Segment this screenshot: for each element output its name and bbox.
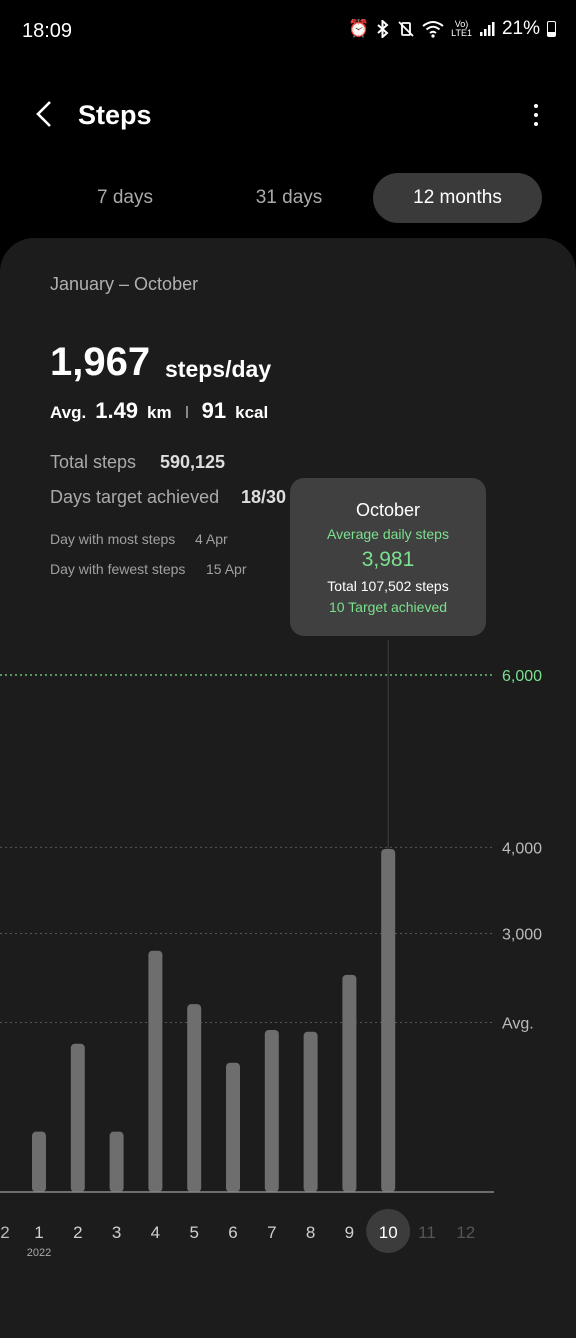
average-row: Avg. 1.49 km 91 kcal [50, 398, 268, 424]
most-steps-label: Day with most steps [50, 531, 176, 547]
bar-month-6 [226, 1062, 240, 1192]
page-title: Steps [78, 100, 152, 130]
more-vertical-icon [534, 104, 538, 108]
x-tick-label-previous: 2 [0, 1223, 9, 1242]
tooltip-value: 3,981 [361, 548, 415, 571]
x-tick-label: 3 [112, 1223, 121, 1242]
x-tick-label: 5 [189, 1223, 198, 1242]
x-tick-label: 2 [73, 1223, 82, 1242]
back-button[interactable] [26, 96, 62, 132]
bar-month-1 [32, 1131, 46, 1192]
x-tick-label: 1 [34, 1223, 43, 1242]
vibrate-mute-icon [398, 21, 414, 37]
tab-7-days[interactable]: 7 days [40, 173, 210, 223]
distance-value: 1.49 [95, 398, 139, 423]
signal-icon [479, 22, 495, 36]
status-icons: ⏰ Vo) LTE1 21% [348, 18, 556, 40]
x-tick-label: 12 [456, 1223, 475, 1242]
total-steps-value: 590,125 [160, 452, 226, 472]
tooltip-target: 10 Target achieved [328, 599, 448, 615]
battery-percent: 21% [501, 18, 540, 39]
tab-12-months[interactable]: 12 months [373, 173, 542, 223]
x-tick-label: 11 [418, 1223, 436, 1242]
x-tick-label: 4 [151, 1223, 160, 1242]
steps-chart: 6,0004,0003,000Avg.2 1 2 3 4 5 6 7 8 9 10 11 122022 [0, 640, 542, 1259]
bar-month-8 [303, 1031, 318, 1192]
bar-month-10 [381, 848, 396, 1192]
x-tick-label: 8 [306, 1223, 315, 1242]
most-steps-value: 4 Apr [195, 531, 228, 547]
tooltip-title: October [355, 500, 421, 520]
x-tick-label: 6 [228, 1223, 237, 1242]
lte-icon: Vo) LTE1 [451, 19, 472, 38]
status-bar: 18:09 ⏰ Vo) LTE1 21% [0, 0, 576, 64]
alarm-icon: ⏰ [347, 19, 370, 38]
steps-per-day-unit: steps/day [165, 356, 272, 382]
gridline-label: 4,000 [502, 840, 542, 857]
bar-month-9 [342, 974, 357, 1192]
bar-month-5 [187, 1004, 202, 1192]
target-label: 6,000 [502, 668, 542, 685]
battery-icon [547, 21, 556, 37]
bar-month-3 [109, 1131, 124, 1192]
tab-31-days[interactable]: 31 days [204, 173, 374, 223]
x-tick-label: 10 [379, 1223, 398, 1242]
fewest-steps-value: 15 Apr [206, 561, 247, 577]
tooltip-subtitle: Average daily steps [327, 526, 449, 542]
date-range: January – October [50, 274, 199, 294]
chevron-left-icon [36, 101, 51, 127]
bluetooth-icon [377, 20, 389, 38]
app-bar: Steps [0, 80, 576, 150]
fewest-steps-label: Day with fewest steps [50, 561, 186, 577]
total-steps-label: Total steps [50, 452, 137, 472]
x-tick-label: 7 [267, 1223, 276, 1242]
days-target-label: Days target achieved [50, 487, 220, 507]
bar-month-7 [264, 1030, 279, 1192]
chart-tooltip: October Average daily steps 3,981 Total … [290, 478, 486, 636]
x-tick-label: 9 [345, 1223, 354, 1242]
gridline-label: 3,000 [502, 927, 542, 944]
bar-month-4 [148, 950, 163, 1192]
period-tabs: 7 days 31 days 12 months [40, 173, 542, 223]
distance-unit: km [147, 403, 172, 422]
steps-per-day-value: 1,967 [50, 340, 151, 384]
avg-label: Avg. [50, 403, 87, 422]
more-options-button[interactable] [524, 98, 548, 132]
days-target-value: 18/30 [241, 487, 287, 507]
calories-value: 91 [201, 398, 227, 423]
calories-unit: kcal [235, 403, 269, 422]
divider [185, 406, 188, 418]
tooltip-total: Total 107,502 steps [327, 578, 449, 594]
status-time: 18:09 [22, 20, 73, 42]
average-label: Avg. [502, 1016, 534, 1033]
wifi-icon [422, 21, 444, 38]
bar-month-2 [70, 1043, 85, 1192]
year-label: 2022 [27, 1247, 51, 1259]
